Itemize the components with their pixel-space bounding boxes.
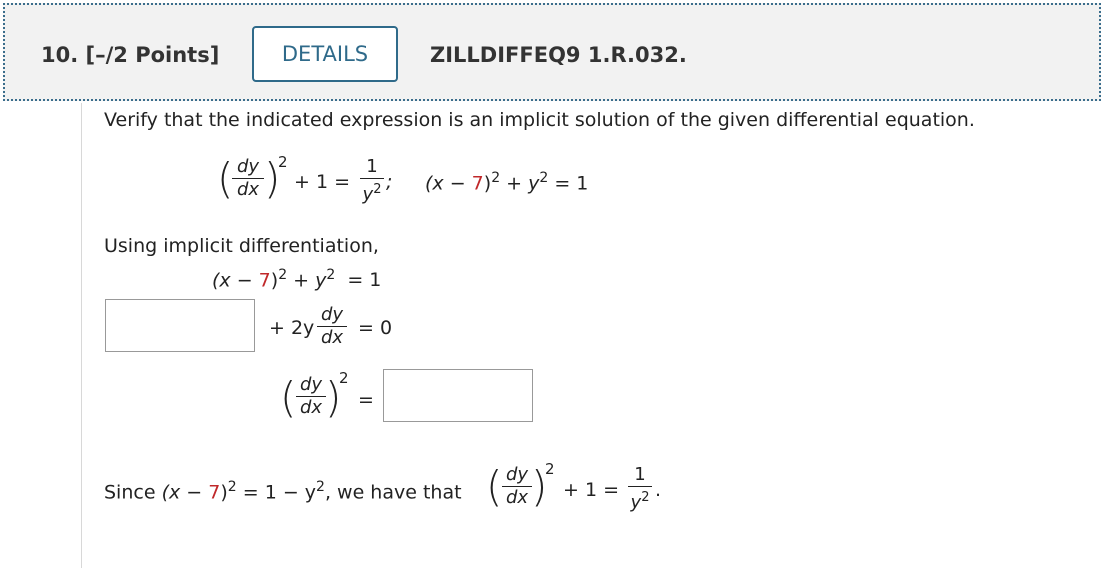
- semicolon: ;: [386, 171, 393, 193]
- exponent: 2: [278, 153, 288, 171]
- dy-dx-fraction-conclusion: dy dx: [502, 464, 532, 509]
- implicit-solution-expression: (x − 7)2 + y2 = 1: [425, 170, 589, 195]
- one-over-y-squared-conclusion: 1 y2: [628, 464, 652, 514]
- work-intro: Using implicit differentiation,: [104, 235, 379, 257]
- open-paren: (: [217, 154, 234, 203]
- one-over-y-squared: 1 y2: [360, 156, 384, 206]
- equals-zero: = 0: [358, 317, 393, 339]
- instruction-text: Verify that the indicated expression is …: [104, 109, 975, 131]
- dy-dx-fraction: dy dx: [232, 156, 264, 201]
- period: .: [655, 479, 662, 501]
- plus-one-equals-conclusion: + 1 =: [563, 479, 620, 501]
- open-paren-conclusion: (: [486, 462, 503, 511]
- work-line-1: (x − 7)2 + y2 = 1: [212, 267, 382, 292]
- question-points: [–/2 Points]: [85, 43, 220, 67]
- question-number: 10.: [41, 43, 79, 67]
- content-left-border: [81, 103, 82, 568]
- derivative-squared-answer-input[interactable]: [383, 369, 533, 422]
- dy-dx-fraction-line2: dy dx: [317, 304, 347, 349]
- open-paren-line3: (: [280, 373, 297, 422]
- question-header: 10. [–/2 Points] DETAILS ZILLDIFFEQ9 1.R…: [3, 3, 1101, 101]
- equals-line3: =: [358, 389, 374, 411]
- dy-dx-fraction-line3: dy dx: [296, 374, 326, 419]
- derivative-answer-input-1[interactable]: [105, 299, 255, 352]
- exponent-line3: 2: [339, 369, 349, 387]
- plus-2y: + 2y: [269, 317, 315, 339]
- question-number-points: 10. [–/2 Points]: [41, 43, 219, 67]
- details-button[interactable]: DETAILS: [252, 26, 398, 82]
- conclusion-text: Since (x − 7)2 = 1 − y2, we have that: [104, 479, 462, 504]
- exponent-conclusion: 2: [545, 460, 555, 478]
- plus-one-equals: + 1 =: [294, 171, 351, 193]
- problem-code: ZILLDIFFEQ9 1.R.032.: [430, 43, 687, 67]
